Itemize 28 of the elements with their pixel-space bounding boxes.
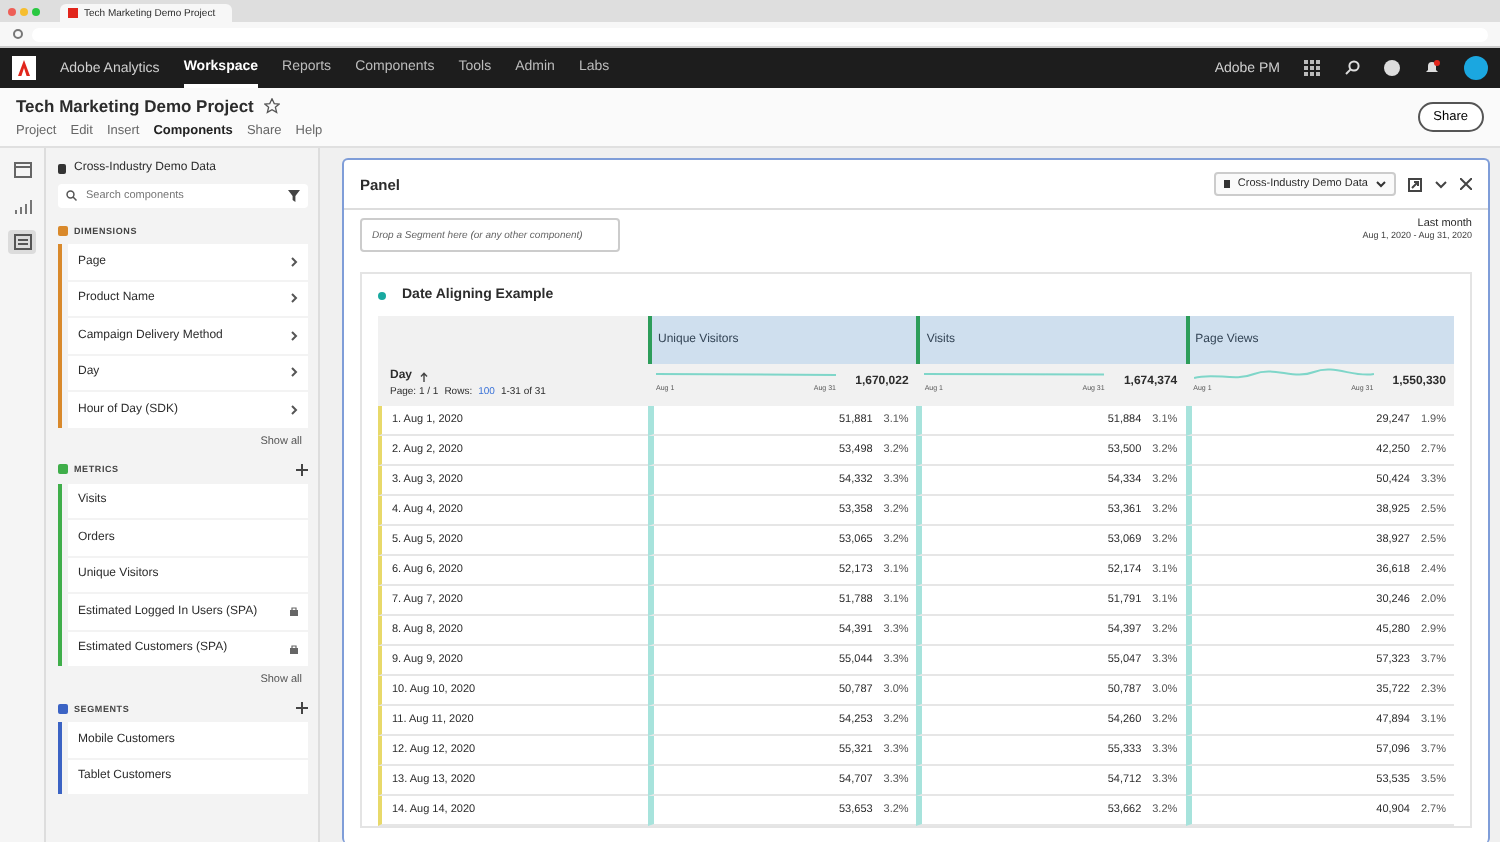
sort-arrow-icon[interactable] [420, 371, 429, 381]
add-icon[interactable] [296, 702, 308, 714]
avatar[interactable] [1464, 56, 1488, 80]
star-icon[interactable] [263, 98, 280, 114]
close-icon[interactable] [1460, 178, 1472, 190]
chevron-right-icon [290, 292, 298, 305]
chevron-right-icon [290, 255, 298, 268]
expand-icon[interactable] [1408, 177, 1422, 191]
apps-grid-icon[interactable] [1304, 60, 1320, 76]
search-icon [66, 190, 78, 202]
reload-icon[interactable] [12, 28, 24, 40]
logo-icon [12, 56, 36, 80]
favicon-icon [68, 8, 78, 18]
caret-icon [1376, 180, 1386, 188]
project-title: Tech Marketing Demo Project [16, 96, 254, 116]
chevron-down-icon[interactable] [1434, 179, 1448, 189]
filter-icon[interactable] [288, 190, 300, 202]
status-dot-icon [378, 291, 386, 299]
add-icon[interactable] [296, 463, 308, 475]
chevron-right-icon [290, 403, 298, 416]
chevron-right-icon [290, 329, 298, 342]
chevron-right-icon [290, 366, 298, 379]
database-icon [58, 163, 66, 173]
bell-icon[interactable] [1424, 60, 1440, 76]
panels-icon[interactable] [8, 158, 36, 182]
search-icon[interactable] [1344, 60, 1360, 76]
database-icon [1223, 180, 1230, 188]
components-icon[interactable] [8, 230, 36, 254]
